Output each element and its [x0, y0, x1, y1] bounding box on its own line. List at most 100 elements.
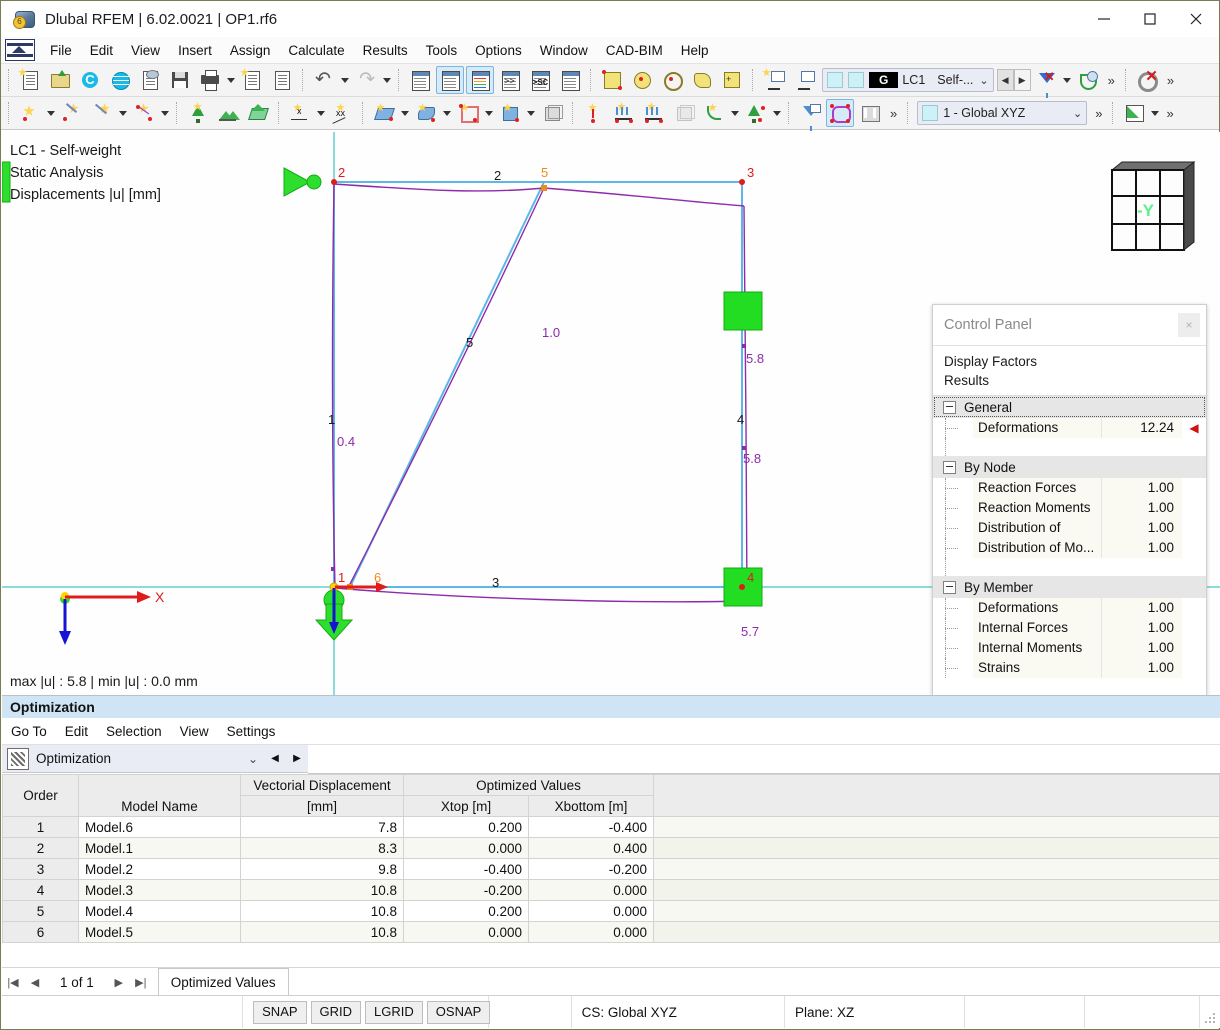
- table-row[interactable]: 5 Model.4 10.8 0.200 0.000: [2, 900, 1220, 922]
- collapse-icon[interactable]: [943, 580, 956, 594]
- visibility-icon[interactable]: [1074, 66, 1102, 94]
- document-icon[interactable]: [268, 66, 296, 94]
- dimension-dropdown-caret[interactable]: [315, 100, 327, 126]
- menu-assign[interactable]: Assign: [221, 40, 280, 61]
- table-row[interactable]: 1 Model.6 7.8 0.200 -0.400: [2, 816, 1220, 838]
- toolbar-overflow-chevron[interactable]: »: [1103, 73, 1120, 88]
- resize-grip[interactable]: [1204, 1012, 1216, 1024]
- filter-icon[interactable]: [796, 99, 824, 131]
- row-deformations-general[interactable]: Deformations 12.24 ◀: [933, 418, 1206, 438]
- select-surface-icon[interactable]: [598, 66, 626, 94]
- node-dropdown-caret[interactable]: [45, 100, 57, 126]
- status-plane[interactable]: Plane: XZ: [785, 996, 965, 1028]
- th-order[interactable]: Order: [2, 774, 79, 817]
- prev-page-button[interactable]: ◀: [24, 976, 46, 989]
- new-model-icon[interactable]: [16, 66, 44, 94]
- menu-tools[interactable]: Tools: [417, 40, 467, 61]
- select-free-icon[interactable]: [688, 66, 716, 94]
- group-by-member[interactable]: By Member: [933, 576, 1206, 598]
- cell-vectorial-displacement[interactable]: 9.8: [240, 858, 404, 880]
- cell-xtop[interactable]: 0.000: [403, 921, 529, 943]
- row-value[interactable]: 12.24: [1101, 418, 1182, 438]
- toolbar-overflow-chevron-2[interactable]: »: [1162, 73, 1179, 88]
- row-value[interactable]: 1.00: [1101, 478, 1182, 498]
- close-button[interactable]: [1173, 1, 1219, 37]
- cell-xbottom[interactable]: 0.000: [527, 921, 655, 943]
- member-dropdown-caret[interactable]: [159, 100, 171, 126]
- menu-edit[interactable]: Edit: [81, 40, 122, 61]
- web-services-icon[interactable]: [106, 66, 134, 94]
- animation-icon[interactable]: [856, 99, 884, 127]
- select-ring-icon[interactable]: [658, 66, 686, 94]
- optimization-table-selector[interactable]: Optimization ⌄ ◀ ▶: [2, 745, 308, 773]
- osnap-button[interactable]: OSNAP: [426, 1000, 491, 1024]
- cell-xbottom[interactable]: 0.000: [527, 879, 655, 901]
- load-case-next-button[interactable]: ▶: [1013, 69, 1031, 91]
- coordinate-system-combo[interactable]: 1 - Global XYZ ⌄: [917, 101, 1088, 125]
- grid-button[interactable]: GRID: [310, 1000, 362, 1024]
- new-line-icon[interactable]: [58, 99, 86, 127]
- maximize-button[interactable]: [1127, 1, 1173, 37]
- import-icon[interactable]: [760, 66, 788, 94]
- table-view-icon[interactable]: [436, 66, 464, 94]
- support-load-icon[interactable]: [742, 99, 770, 127]
- tab-results[interactable]: Results: [944, 371, 1206, 390]
- opening-dropdown-caret[interactable]: [483, 100, 495, 126]
- cell-vectorial-displacement[interactable]: 8.3: [240, 837, 404, 859]
- table-row[interactable]: 6 Model.5 10.8 0.000 0.000: [2, 921, 1220, 943]
- render-dropdown-caret[interactable]: [1149, 100, 1161, 126]
- opt-menu-go-to[interactable]: Go To: [2, 722, 56, 741]
- menu-insert[interactable]: Insert: [169, 40, 221, 61]
- opt-menu-settings[interactable]: Settings: [218, 722, 285, 741]
- cell-xtop[interactable]: -0.400: [403, 858, 529, 880]
- cell-xtop[interactable]: 0.200: [403, 900, 529, 922]
- toolbar2-overflow-chevron[interactable]: »: [885, 106, 902, 121]
- solid-load-icon[interactable]: [670, 99, 698, 127]
- row-value[interactable]: 1.00: [1101, 638, 1182, 658]
- view-cube[interactable]: -Y: [1106, 158, 1198, 258]
- menu-file[interactable]: File: [41, 40, 81, 61]
- undo-icon[interactable]: [310, 66, 338, 94]
- line-load-icon[interactable]: [610, 99, 638, 127]
- th-vectorial-displacement[interactable]: Vectorial Displacement: [240, 774, 404, 796]
- panel-icon[interactable]: [556, 66, 584, 94]
- command-line-icon[interactable]: >>: [496, 66, 524, 94]
- row-strains[interactable]: Strains 1.00: [933, 658, 1206, 678]
- nodal-support-icon[interactable]: [184, 99, 212, 127]
- selector-prev-button[interactable]: ◀: [264, 753, 286, 764]
- th-model-name[interactable]: Model Name: [78, 774, 241, 817]
- curved-surface-dropdown-caret[interactable]: [441, 100, 453, 126]
- cell-xtop[interactable]: 0.000: [403, 837, 529, 859]
- cell-model-name[interactable]: Model.4: [78, 900, 241, 922]
- cloud-connect-icon[interactable]: C: [76, 66, 104, 94]
- opt-menu-edit[interactable]: Edit: [56, 722, 97, 741]
- open-folder-icon[interactable]: [46, 66, 74, 94]
- row-internal-forces[interactable]: Internal Forces 1.00: [933, 618, 1206, 638]
- menu-calculate[interactable]: Calculate: [279, 40, 353, 61]
- opt-menu-selection[interactable]: Selection: [97, 722, 171, 741]
- new-surface-icon[interactable]: [370, 99, 398, 127]
- row-reaction-forces[interactable]: Reaction Forces 1.00: [933, 478, 1206, 498]
- render-mode-icon[interactable]: [1120, 99, 1148, 127]
- th-optimized-values[interactable]: Optimized Values: [402, 774, 655, 796]
- cell-model-name[interactable]: Model.2: [78, 858, 241, 880]
- table-row[interactable]: 4 Model.3 10.8 -0.200 0.000: [2, 879, 1220, 901]
- selector-next-button[interactable]: ▶: [286, 753, 308, 764]
- printout-report-icon[interactable]: [238, 66, 266, 94]
- cell-xtop[interactable]: -0.200: [403, 879, 529, 901]
- opening-icon[interactable]: [454, 99, 482, 127]
- deformation-view-icon[interactable]: [826, 99, 854, 127]
- member-load-icon[interactable]: [640, 99, 668, 127]
- group-by-node[interactable]: By Node: [933, 456, 1206, 478]
- undo-dropdown-caret[interactable]: [339, 67, 351, 93]
- print-dropdown-caret[interactable]: [225, 67, 237, 93]
- th-xbottom[interactable]: Xbottom [m]: [527, 795, 655, 817]
- load-case-swatches[interactable]: G LC1 Self-... ⌄: [822, 68, 994, 92]
- cell-xbottom[interactable]: 0.000: [527, 900, 655, 922]
- line-dropdown-caret[interactable]: [117, 100, 129, 126]
- color-table-icon[interactable]: [466, 66, 494, 94]
- status-coordinate-system[interactable]: CS: Global XYZ: [572, 996, 785, 1028]
- menu-window[interactable]: Window: [531, 40, 597, 61]
- group-general[interactable]: General: [933, 396, 1206, 418]
- cell-model-name[interactable]: Model.6: [78, 816, 241, 838]
